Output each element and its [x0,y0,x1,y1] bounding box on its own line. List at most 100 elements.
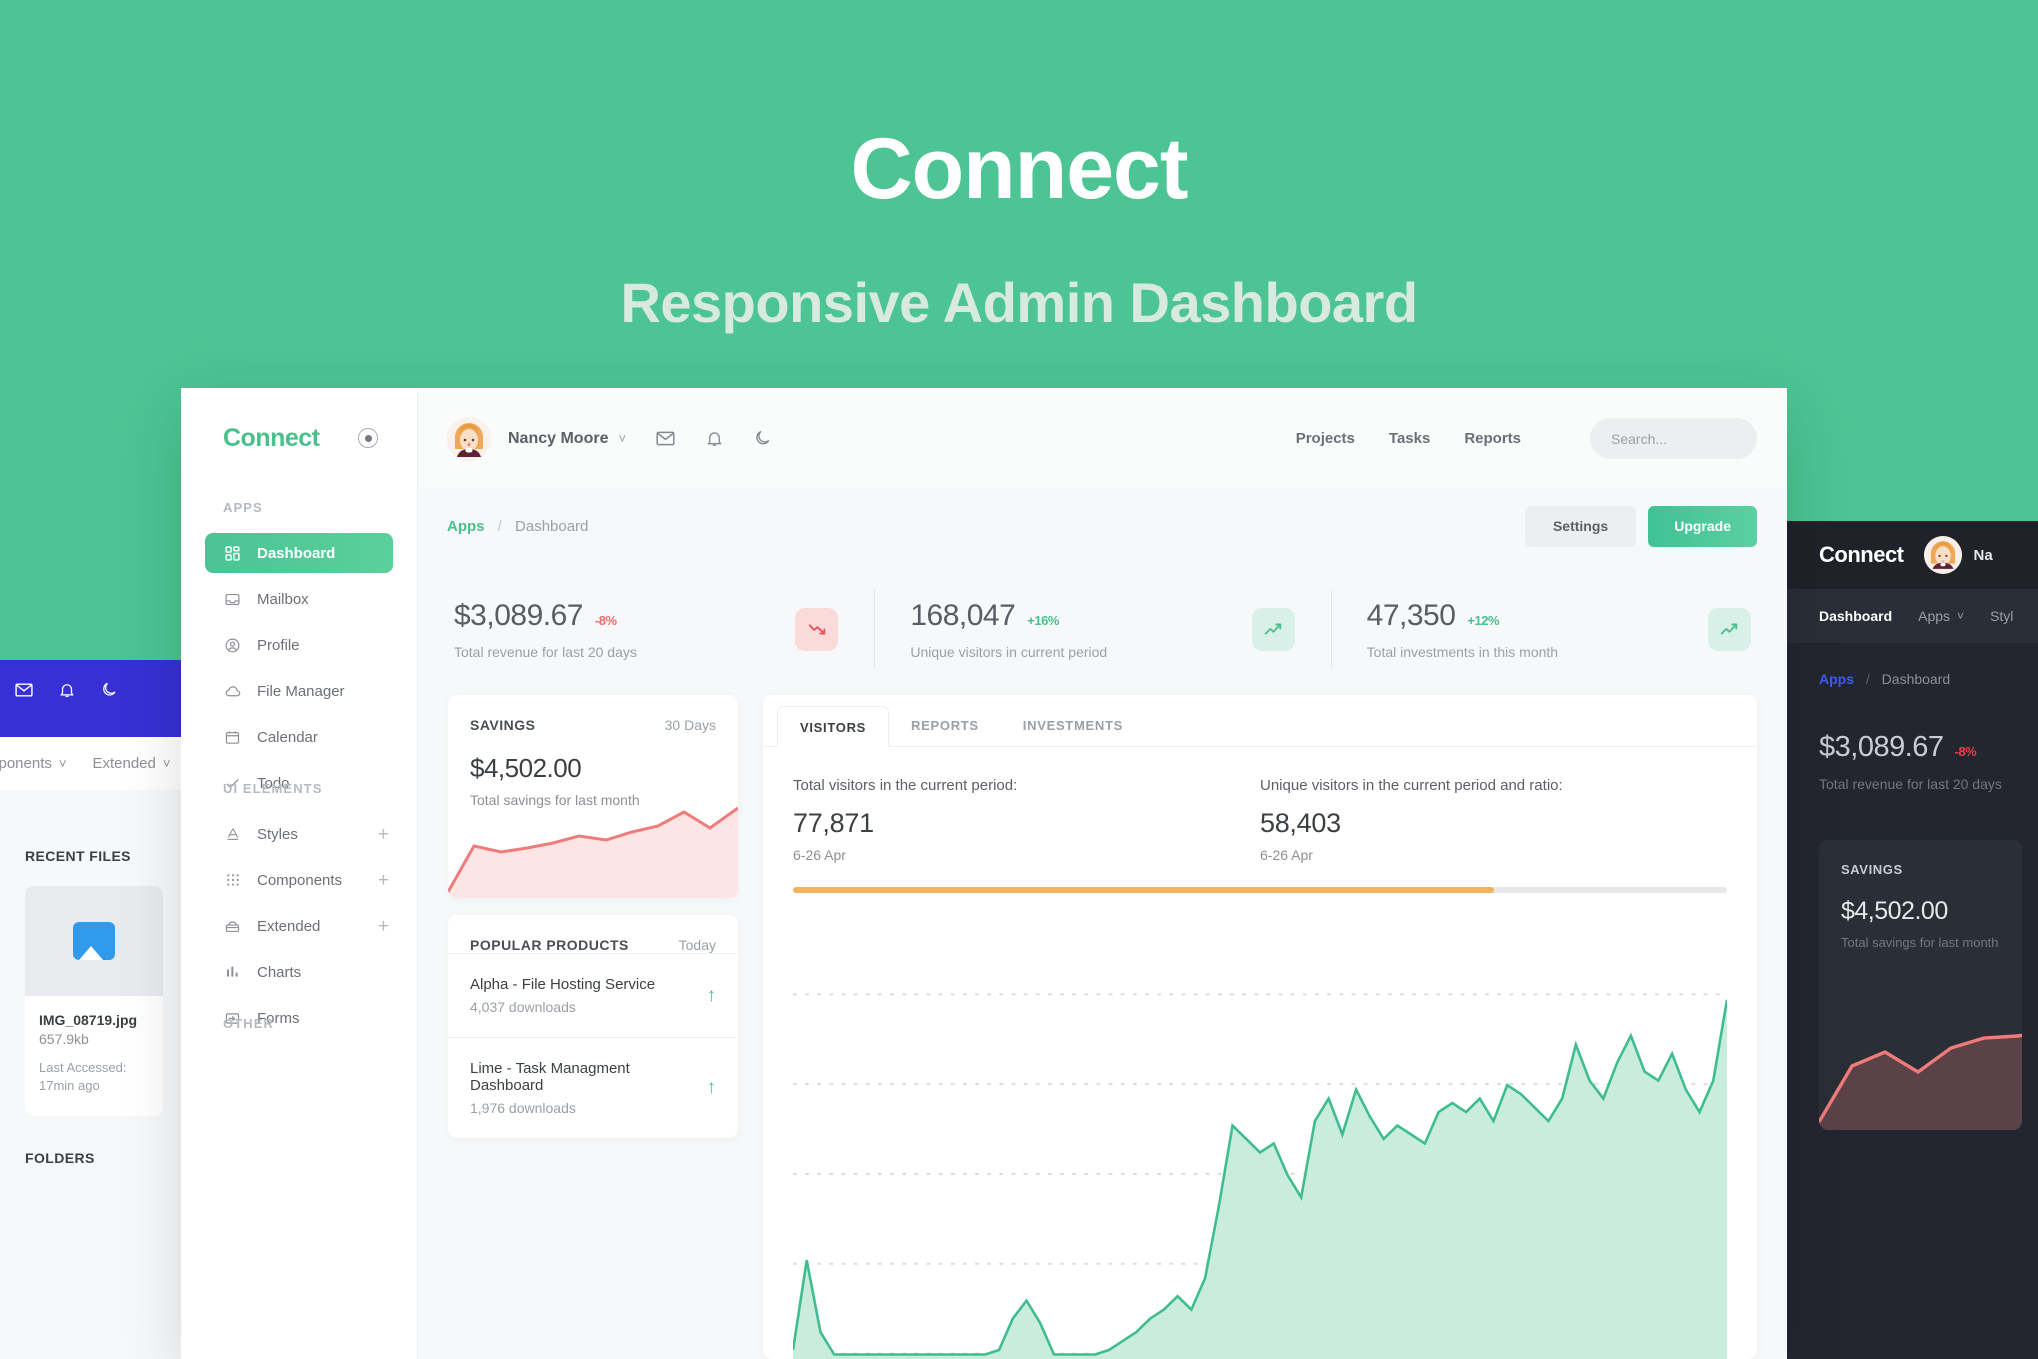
sidebar-item-label: File Manager [257,682,345,700]
brand-name: Connect [223,424,320,452]
hero-subtitle: Responsive Admin Dashboard [620,271,1418,334]
topbar-link-reports[interactable]: Reports [1464,430,1521,447]
peek-left-nav-extended[interactable]: Extended ˅ [92,755,170,772]
peek-right-nav-dashboard[interactable]: Dashboard [1819,608,1892,624]
sidebar-item-calendar[interactable]: Calendar [205,717,393,757]
tabs-bar: VISITORS REPORTS INVESTMENTS [763,695,1757,747]
breadcrumb-separator: / [1865,671,1870,687]
sidebar-item-mailbox[interactable]: Mailbox [205,579,393,619]
savings-value: $4,502.00 [470,753,582,783]
kpi-text: 47,350 +12% Total investments in this mo… [1367,599,1708,660]
mail-icon[interactable] [14,680,34,700]
progress-fill [793,887,1494,893]
peek-left-nav-label: mponents [0,755,52,772]
expand-icon[interactable]: + [378,825,393,844]
sidebar-heading-other: OTHER [223,1016,274,1031]
peek-right-nav: Dashboard Apps ˅ Styl [1787,589,2038,643]
file-last-accessed: Last Accessed: 17min ago [39,1060,127,1093]
kpi-caption: Total investments in this month [1366,643,1559,660]
kpi-card-investments: 47,350 +12% Total investments in this mo… [1330,589,1787,669]
kpi-delta: +16% [1027,612,1059,628]
kpi-value-row: 168,047 +16% [910,599,1251,633]
tab-reports[interactable]: REPORTS [889,705,1001,746]
peek-right-nav-styles[interactable]: Styl [1990,608,2013,624]
bell-icon[interactable] [705,428,724,449]
popular-products-card: POPULAR PRODUCTS Today Alpha - File Host… [448,915,738,1138]
breadcrumb-bar: Apps / Dashboard Settings Upgrade [418,489,1787,563]
topbar: Nancy Moore ˅ Projects Tasks Reports Sea… [418,388,1787,489]
dashboard-window: Connect APPS Dashboard Mailbox Profile F… [181,388,1787,1359]
product-downloads: 4,037 downloads [470,999,576,1015]
kpi-delta: -8% [594,612,617,628]
expand-icon[interactable]: + [378,871,393,890]
topbar-link-projects[interactable]: Projects [1296,430,1355,447]
kpi-value: 168,047 [910,598,1016,632]
kpi-value: $3,089.67 [1819,731,1944,763]
moon-icon[interactable] [753,428,772,449]
dashboard-content: SAVINGS 30 Days $4,502.00 Total savings … [418,695,1787,1359]
sidebar-item-dashboard[interactable]: Dashboard [205,533,393,573]
savings-card: SAVINGS 30 Days $4,502.00 Total savings … [448,695,738,898]
sidebar-item-extended[interactable]: Extended + [205,906,393,946]
list-item[interactable]: Alpha - File Hosting Service 4,037 downl… [448,953,738,1037]
sidebar-brand[interactable]: Connect [223,424,378,453]
sidebar-item-label: Mailbox [257,590,309,608]
peek-right-user-name: Na [1973,546,1993,564]
moon-icon[interactable] [100,680,118,700]
file-thumbnail[interactable] [25,886,163,996]
stat-value: 58,403 [1260,808,1341,838]
card-title: SAVINGS [470,717,536,733]
peek-right-nav-apps[interactable]: Apps ˅ [1918,608,1964,624]
target-dot-icon[interactable] [358,428,378,448]
list-item[interactable]: Lime - Task Managment Dashboard 1,976 do… [448,1037,738,1138]
sidebar-item-styles[interactable]: Styles + [205,814,393,854]
sidebar-item-file-manager[interactable]: File Manager [205,671,393,711]
mail-icon[interactable] [655,428,676,449]
recent-files-heading: RECENT FILES [25,848,131,864]
left-column: SAVINGS 30 Days $4,502.00 Total savings … [448,695,738,1138]
kpi-value-row: $3,089.67 -8% [454,599,795,633]
sidebar-item-charts[interactable]: Charts [205,952,393,992]
savings-sparkline-light [448,806,738,898]
savings-card-header: SAVINGS 30 Days [470,717,716,733]
bell-icon[interactable] [58,680,76,700]
tab-investments[interactable]: INVESTMENTS [1001,705,1145,746]
stat-label: Unique visitors in the current period an… [1260,777,1563,794]
peek-right-savings-card: SAVINGS $4,502.00 Total savings for last… [1819,840,2022,1130]
avatar[interactable] [1923,536,1962,574]
kpi-value: $3,089.67 [454,598,583,632]
peek-left-nav-components[interactable]: mponents ˅ [0,755,66,772]
kpi-text: $3,089.67 -8% Total revenue for last 20 … [454,599,795,660]
breadcrumb-separator: / [497,517,502,535]
breadcrumb-root[interactable]: Apps [447,518,485,535]
sidebar-item-components[interactable]: Components + [205,860,393,900]
recent-file-card[interactable]: IMG_08719.jpg 657.9kb Last Accessed: 17m… [25,996,163,1116]
trend-up-icon [1251,607,1295,651]
search-input[interactable]: Search... [1590,418,1757,459]
tab-visitors[interactable]: VISITORS [777,706,890,747]
avatar-illustration [447,416,491,461]
product-downloads: 1,976 downloads [470,1100,576,1116]
topbar-link-tasks[interactable]: Tasks [1389,430,1430,447]
nav-label: Apps [1918,608,1951,624]
kpi-caption: Total revenue for last 20 days [1819,776,2002,792]
upgrade-button[interactable]: Upgrade [1648,505,1757,547]
expand-icon[interactable]: + [378,917,393,936]
breadcrumb-root[interactable]: Apps [1819,671,1854,687]
bar-chart-icon [223,963,242,982]
sidebar-item-label: Charts [257,963,302,981]
visitors-total: Total visitors in the current period: 77… [793,777,1260,863]
sidebar-heading-apps: APPS [223,500,263,515]
file-name: IMG_08719.jpg [39,1012,138,1028]
peek-left-topbar-icons: ˅ [0,680,118,700]
sidebar-item-profile[interactable]: Profile [205,625,393,665]
product-name: Lime - Task Managment Dashboard [470,1060,630,1094]
kpi-delta: +12% [1467,612,1500,628]
avatar[interactable] [447,416,491,461]
breadcrumb: Apps / Dashboard [447,518,588,535]
chevron-down-icon[interactable]: ˅ [618,431,626,446]
stat-label: Total visitors in the current period: [793,777,1018,794]
dots-grid-icon [223,871,242,890]
settings-button[interactable]: Settings [1524,505,1637,547]
sidebar-item-label: Profile [257,636,300,654]
